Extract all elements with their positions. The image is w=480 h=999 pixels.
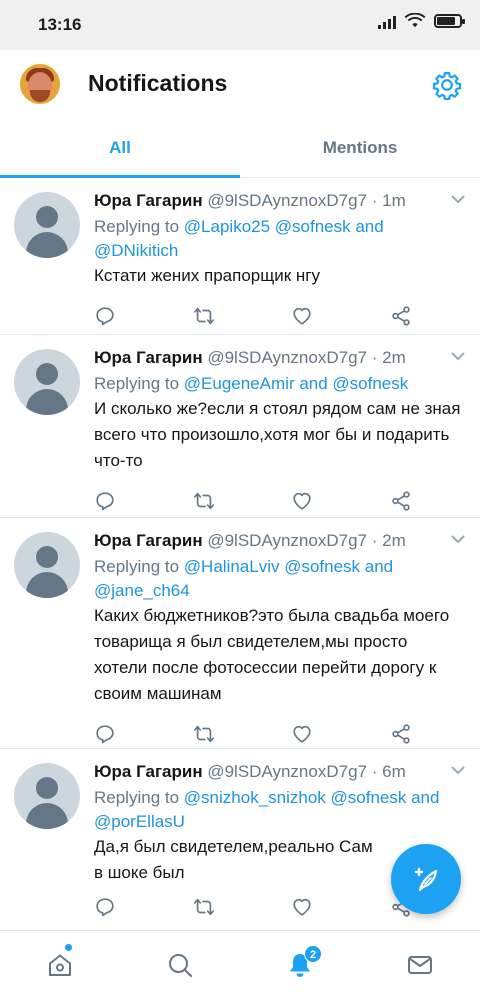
tweet-item[interactable]: Юра Гагарин @9lSDAynznoxD7g7 · 2m Replyi… [0,335,480,518]
share-icon[interactable] [390,490,412,512]
replying-to-label: Replying to [94,374,180,393]
user-name[interactable]: Юра Гагарин [94,348,203,367]
separator: · [371,191,378,210]
home-icon [49,954,71,976]
nav-search[interactable] [120,931,240,999]
separator: · [371,531,378,550]
nav-notifications[interactable]: 2 [240,931,360,999]
like-heart-icon[interactable] [291,490,313,512]
tweet-text: Да,я был свидетелем,реально Сам в шоке б… [94,837,373,882]
chevron-down-icon[interactable] [450,765,466,775]
tweet-text: Кстати жених прапорщик нгу [94,266,320,285]
status-time: 13:16 [38,15,82,34]
tweet-time: 6m [382,762,406,781]
tweet-actions [94,723,412,751]
page-title: Notifications [88,70,228,96]
tweet-item[interactable]: Юра Гагарин @9lSDAynznoxD7g7 · 2m Replyi… [0,518,480,749]
wifi-icon [404,13,426,28]
user-avatar[interactable] [14,192,80,258]
tweet-header: Юра Гагарин @9lSDAynznoxD7g7 · 6m [94,761,464,783]
reply-icon[interactable] [94,896,116,918]
messages-mail-icon [408,956,432,974]
status-bar: 13:16 [0,0,480,50]
tweet-header: Юра Гагарин @9lSDAynznoxD7g7 · 2m [94,530,464,552]
reply-icon[interactable] [94,305,116,327]
new-content-dot [65,944,72,951]
chevron-down-icon[interactable] [450,194,466,204]
user-name[interactable]: Юра Гагарин [94,191,203,210]
like-heart-icon[interactable] [291,723,313,745]
retweet-icon[interactable] [193,305,215,327]
signal-icon [378,13,396,29]
nav-home[interactable] [0,931,120,999]
replying-to-label: Replying to [94,557,180,576]
tweet-actions [94,490,412,518]
tab-all[interactable]: All [0,120,240,177]
retweet-icon[interactable] [193,490,215,512]
tweet-time: 1m [382,191,406,210]
reply-icon[interactable] [94,723,116,745]
notification-tabs: All Mentions [0,120,480,178]
user-handle: @9lSDAynznoxD7g7 [207,531,367,550]
tweet-text: И сколько же?если я стоял рядом сам не з… [94,399,461,470]
profile-avatar[interactable] [20,64,60,104]
tweet-item[interactable]: Юра Гагарин @9lSDAynznoxD7g7 · 1m Replyi… [0,178,480,335]
separator: · [371,762,378,781]
search-icon [169,954,193,978]
replying-to: Replying to @Lapiko25 @sofnesk and @DNik… [94,215,464,263]
reply-icon[interactable] [94,490,116,512]
tweet-text: Каких бюджетников?это была свадьба моего… [94,606,450,703]
nav-messages[interactable] [360,931,480,999]
replying-to: Replying to @snizhok_snizhok @sofnesk an… [94,786,464,834]
user-name[interactable]: Юра Гагарин [94,531,203,550]
replying-to-label: Replying to [94,788,180,807]
retweet-icon[interactable] [193,723,215,745]
notifications-list: Юра Гагарин @9lSDAynznoxD7g7 · 1m Replyi… [0,178,480,932]
tweet-header: Юра Гагарин @9lSDAynznoxD7g7 · 1m [94,190,464,212]
user-handle: @9lSDAynznoxD7g7 [207,191,367,210]
app-bar: Notifications [0,50,480,120]
tab-mentions[interactable]: Mentions [240,120,480,177]
retweet-icon[interactable] [193,896,215,918]
tweet-time: 2m [382,348,406,367]
user-handle: @9lSDAynznoxD7g7 [207,762,367,781]
replying-to-label: Replying to [94,217,180,236]
battery-icon [434,14,465,28]
tweet-header: Юра Гагарин @9lSDAynznoxD7g7 · 2m [94,347,464,369]
user-handle: @9lSDAynznoxD7g7 [207,348,367,367]
user-avatar[interactable] [14,763,80,829]
compose-tweet-button[interactable] [391,844,461,914]
chevron-down-icon[interactable] [450,351,466,361]
chevron-down-icon[interactable] [450,534,466,544]
replying-to: Replying to @EugeneAmir and @sofnesk [94,372,464,396]
tweet-actions [94,896,412,924]
tweet-time: 2m [382,531,406,550]
user-name[interactable]: Юра Гагарин [94,762,203,781]
replying-to-mentions[interactable]: @EugeneAmir and @sofnesk [184,374,408,393]
compose-feather-icon [414,867,438,892]
like-heart-icon[interactable] [291,305,313,327]
replying-to: Replying to @HalinaLviv @sofnesk and @ja… [94,555,464,603]
tweet-actions [94,305,412,333]
notifications-badge: 2 [304,945,322,963]
settings-gear-icon[interactable] [432,70,462,100]
status-icons [378,13,465,29]
share-icon[interactable] [390,723,412,745]
bottom-navigation: 2 [0,930,480,999]
separator: · [371,348,378,367]
share-icon[interactable] [390,305,412,327]
user-avatar[interactable] [14,349,80,415]
user-avatar[interactable] [14,532,80,598]
like-heart-icon[interactable] [291,896,313,918]
